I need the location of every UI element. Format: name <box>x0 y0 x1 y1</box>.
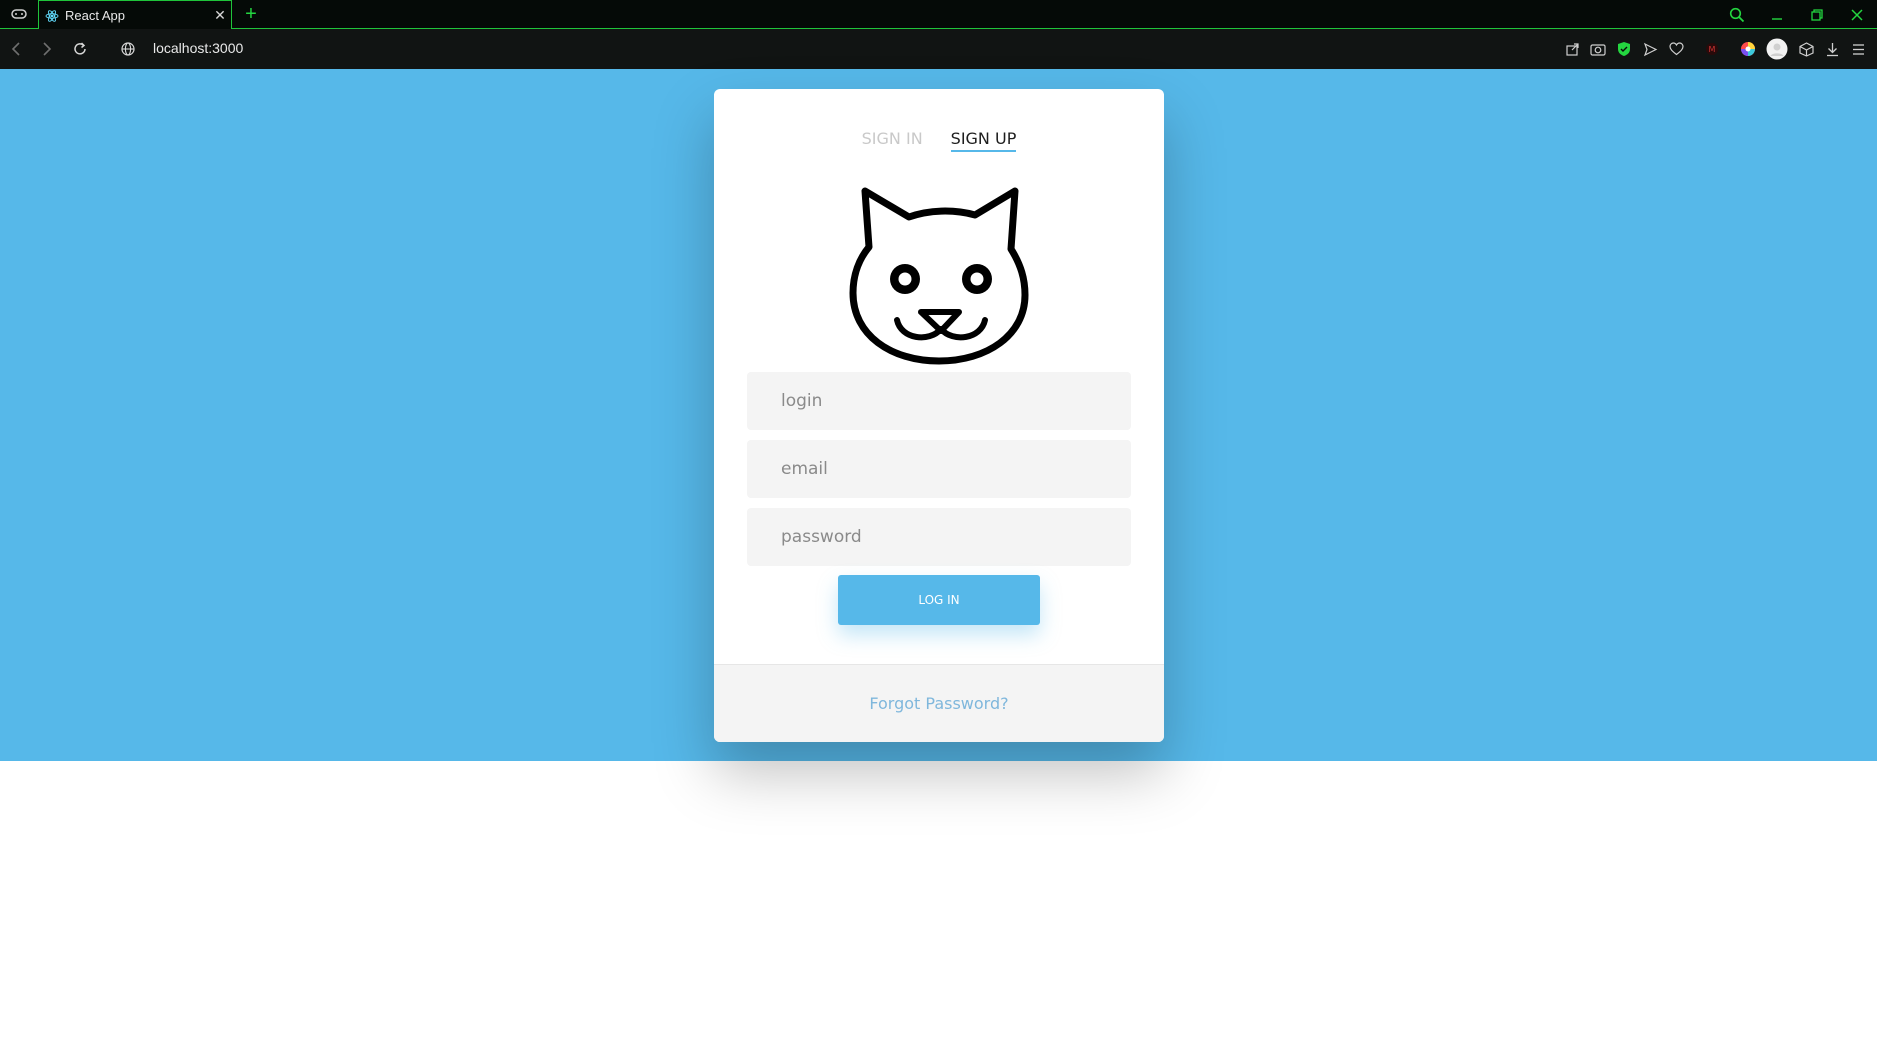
log-in-button[interactable]: LOG IN <box>838 575 1040 625</box>
close-icon[interactable]: ✕ <box>209 5 231 27</box>
browser-address-bar: localhost:3000 M <box>0 29 1877 69</box>
menu-icon[interactable] <box>1849 38 1867 60</box>
globe-icon[interactable] <box>117 38 139 60</box>
download-icon[interactable] <box>1823 38 1841 60</box>
reload-icon[interactable] <box>69 38 91 60</box>
gamepad-icon[interactable] <box>5 3 33 25</box>
minimize-icon[interactable] <box>1757 0 1797 29</box>
send-icon[interactable] <box>1641 38 1659 60</box>
tab-title: React App <box>65 8 125 23</box>
cube-icon[interactable] <box>1797 38 1815 60</box>
auth-tabs: SIGN IN SIGN UP <box>714 129 1164 152</box>
shield-icon[interactable] <box>1615 38 1633 60</box>
share-icon[interactable] <box>1563 38 1581 60</box>
color-wheel-icon[interactable] <box>1739 38 1757 60</box>
search-icon[interactable] <box>1717 0 1757 29</box>
url-field[interactable]: localhost:3000 <box>153 40 243 56</box>
login-field[interactable] <box>747 372 1131 430</box>
tab-sign-in[interactable]: SIGN IN <box>862 129 923 152</box>
password-field[interactable] <box>747 508 1131 566</box>
browser-tab-bar: React App ✕ + <box>0 0 1877 30</box>
browser-tab[interactable]: React App ✕ <box>38 0 232 30</box>
tab-sign-up[interactable]: SIGN UP <box>950 129 1017 152</box>
toolbar-icons: M <box>1563 38 1867 60</box>
page-viewport: SIGN IN SIGN UP LOG IN Forgot Password? <box>0 69 1877 1038</box>
avatar-icon[interactable] <box>1765 38 1789 60</box>
extension-icon[interactable]: M <box>1703 38 1721 60</box>
camera-icon[interactable] <box>1589 38 1607 60</box>
svg-text:M: M <box>1709 45 1716 54</box>
react-icon <box>45 9 59 23</box>
back-arrow-icon[interactable] <box>5 38 27 60</box>
card-footer: Forgot Password? <box>714 664 1164 742</box>
email-field[interactable] <box>747 440 1131 498</box>
auth-card: SIGN IN SIGN UP LOG IN Forgot Password? <box>714 89 1164 742</box>
plus-icon[interactable]: + <box>240 3 262 25</box>
forgot-password-link[interactable]: Forgot Password? <box>869 694 1008 713</box>
cat-face-icon <box>849 187 1029 365</box>
forward-arrow-icon[interactable] <box>36 38 58 60</box>
restore-icon[interactable] <box>1797 0 1837 29</box>
close-window-icon[interactable] <box>1837 0 1877 29</box>
heart-icon[interactable] <box>1667 38 1685 60</box>
